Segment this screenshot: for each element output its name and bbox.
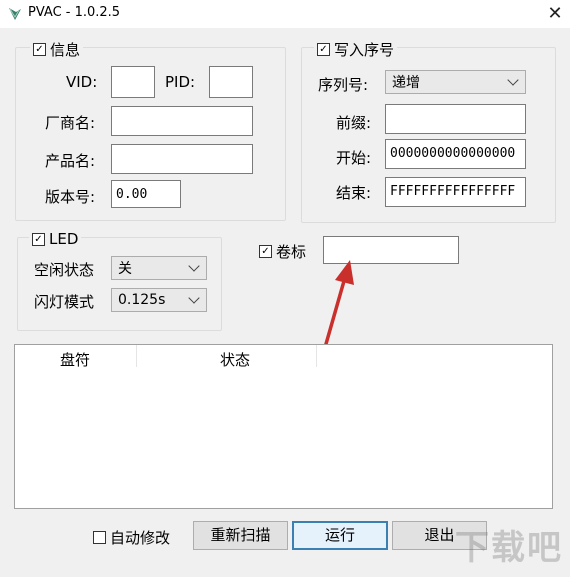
info-legend[interactable]: ✓ 信息 xyxy=(30,39,84,60)
rescan-button[interactable]: 重新扫描 xyxy=(193,521,288,550)
blink-select-value: 0.125s xyxy=(118,292,166,308)
start-field[interactable]: 0000000000000000 xyxy=(385,139,526,169)
watermark-logo: 下载吧 xyxy=(455,528,563,568)
vid-label: VID: xyxy=(66,73,98,91)
chevron-down-icon xyxy=(188,260,200,272)
column-divider xyxy=(316,345,317,367)
serial-legend[interactable]: ✓ 写入序号 xyxy=(314,39,398,60)
drive-list[interactable] xyxy=(14,344,553,509)
pid-field[interactable] xyxy=(209,66,253,98)
close-button[interactable]: ✕ xyxy=(540,0,570,28)
seq-select[interactable]: 递增 xyxy=(385,70,526,94)
version-field[interactable]: 0.00 xyxy=(111,180,181,208)
serial-legend-label: 写入序号 xyxy=(334,41,395,59)
chevron-down-icon xyxy=(188,292,200,304)
column-header-drive[interactable]: 盘符 xyxy=(60,349,90,370)
end-label: 结束: xyxy=(336,184,372,202)
start-label: 开始: xyxy=(336,149,372,167)
auto-modify-checkbox[interactable] xyxy=(93,531,106,544)
window-title: PVAC - 1.0.2.5 xyxy=(28,5,121,20)
idle-label: 空闲状态 xyxy=(34,261,95,279)
prefix-field[interactable] xyxy=(385,104,526,134)
auto-modify-toggle[interactable]: 自动修改 xyxy=(90,527,174,548)
column-divider xyxy=(136,345,137,367)
led-group xyxy=(17,237,222,331)
end-field[interactable]: FFFFFFFFFFFFFFFF xyxy=(385,177,526,207)
pid-label: PID: xyxy=(165,73,196,91)
auto-modify-label: 自动修改 xyxy=(110,529,171,547)
led-checkbox[interactable]: ✓ xyxy=(32,232,45,246)
column-header-status[interactable]: 状态 xyxy=(220,349,250,370)
volume-checkbox[interactable]: ✓ xyxy=(259,245,272,258)
vendor-label: 厂商名: xyxy=(45,114,96,132)
product-label: 产品名: xyxy=(45,152,96,170)
idle-select[interactable]: 关 xyxy=(111,256,207,280)
blink-label: 闪灯模式 xyxy=(34,293,95,311)
version-label: 版本号: xyxy=(45,188,96,206)
serial-checkbox[interactable]: ✓ xyxy=(317,43,330,56)
info-checkbox[interactable]: ✓ xyxy=(33,43,46,56)
vid-field[interactable] xyxy=(111,66,155,98)
led-legend[interactable]: ✓ LED xyxy=(29,230,82,248)
seq-select-value: 递增 xyxy=(392,75,420,91)
vendor-field[interactable] xyxy=(111,106,253,136)
chevron-down-icon xyxy=(507,74,519,86)
run-button[interactable]: 运行 xyxy=(292,521,388,550)
led-legend-label: LED xyxy=(49,230,79,248)
product-field[interactable] xyxy=(111,144,253,174)
app-logo-icon xyxy=(9,8,21,20)
idle-select-value: 关 xyxy=(118,261,132,277)
blink-select[interactable]: 0.125s xyxy=(111,288,207,312)
info-legend-label: 信息 xyxy=(50,41,81,59)
prefix-label: 前缀: xyxy=(336,114,372,132)
seq-label: 序列号: xyxy=(318,76,369,94)
